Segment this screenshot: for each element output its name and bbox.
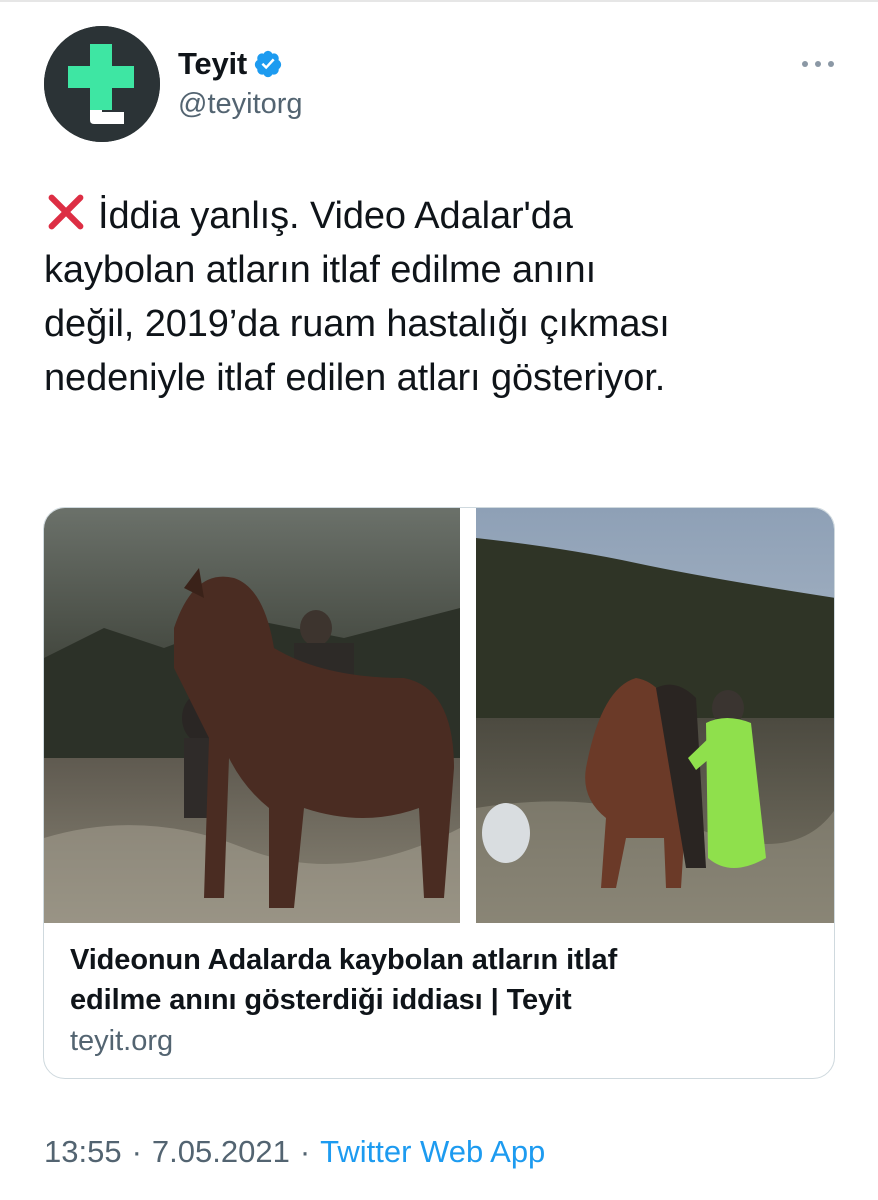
dot [828, 61, 834, 67]
card-title-line: Videonun Adalarda kaybolan atların itlaf [70, 944, 618, 976]
teyit-logo-icon [44, 26, 160, 142]
dot [802, 61, 808, 67]
dot [815, 61, 821, 67]
verified-badge-icon [254, 50, 282, 78]
card-title-line: edilme anını gösterdiği iddiası | Teyit [70, 984, 572, 1016]
tweet-text: İddia yanlış. Video Adalar'da kaybolan a… [44, 189, 834, 405]
card-body: Videonun Adalarda kaybolan atların itlaf… [70, 940, 810, 1061]
avatar[interactable] [44, 26, 160, 142]
horse-photo-right [476, 508, 834, 923]
tweet-text-line: kaybolan atların itlaf edilme anını [44, 249, 597, 291]
tweet-text-line: İddia yanlış. Video Adalar'da [44, 189, 834, 243]
tweet-metadata: 13:55 · 7.05.2021 · Twitter Web App [44, 1130, 545, 1174]
card-image[interactable] [44, 508, 834, 923]
link-preview-card[interactable]: Videonun Adalarda kaybolan atların itlaf… [43, 507, 835, 1079]
tweet-source-link[interactable]: Twitter Web App [320, 1134, 545, 1170]
tweet-date[interactable]: 7.05.2021 [152, 1134, 290, 1170]
separator: · [131, 1134, 142, 1169]
top-divider [0, 0, 878, 2]
more-dots-icon[interactable] [802, 54, 834, 74]
display-name[interactable]: Teyit [178, 46, 247, 82]
video-frame-right [476, 508, 834, 923]
cross-mark-icon [48, 194, 84, 230]
card-domain: teyit.org [70, 1025, 174, 1057]
tweet-text-line: nedeniyle itlaf edilen atları gösteriyor… [44, 357, 666, 399]
video-frame-left [44, 508, 460, 923]
tweet-header: Teyit @teyitorg [44, 26, 844, 142]
author-handle[interactable]: @teyitorg [178, 88, 303, 121]
tweet-time[interactable]: 13:55 [44, 1134, 122, 1170]
card-title[interactable]: Videonun Adalarda kaybolan atların itlaf… [70, 940, 810, 1020]
tweet-text-segment: İddia yanlış. Video Adalar'da [98, 195, 573, 237]
tweet-text-line: değil, 2019’da ruam hastalığı çıkması [44, 303, 670, 345]
horse-photo-left [44, 508, 460, 923]
author-name-row: Teyit [178, 44, 283, 84]
separator: · [299, 1134, 311, 1169]
